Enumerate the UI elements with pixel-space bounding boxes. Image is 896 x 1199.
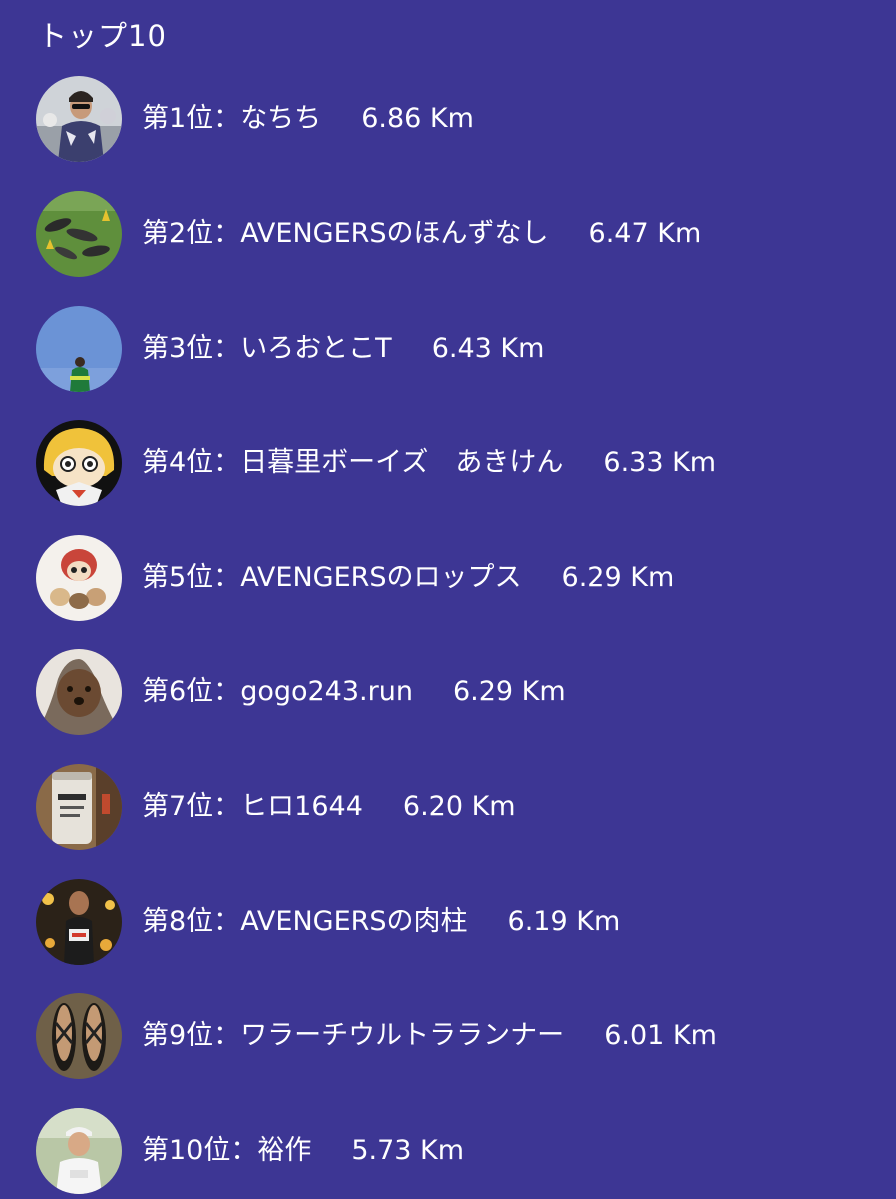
ranking-list: 第1位： なちち 6.86 Km 第2位： AVENGERSのほんずなし 6.4… xyxy=(0,0,896,1199)
ranking-entry-text: 第10位： 裕作 5.73 Km xyxy=(142,1131,464,1171)
rank-label: 第1位： xyxy=(142,103,241,134)
distance-value: 6.43 Km xyxy=(431,333,545,364)
rank-label: 第3位： xyxy=(142,333,241,364)
rank-label: 第6位： xyxy=(142,676,241,707)
avatar-runner-sky[interactable] xyxy=(36,306,122,392)
ranking-entry-text: 第3位： いろおとこT 6.43 Km xyxy=(142,329,544,369)
ranking-row-3[interactable]: 第3位： いろおとこT 6.43 Km xyxy=(36,306,876,392)
runner-name: gogo243.run xyxy=(240,676,413,707)
avatar-people-on-grass[interactable] xyxy=(36,191,122,277)
ranking-row-4[interactable]: 第4位： 日暮里ボーイズ あきけん 6.33 Km xyxy=(36,420,876,506)
runner-name: いろおとこT xyxy=(240,333,392,364)
distance-value: 6.29 Km xyxy=(561,562,675,593)
ranking-row-5[interactable]: 第5位： AVENGERSのロップス 6.29 Km xyxy=(36,535,876,621)
avatar-figurines[interactable] xyxy=(36,535,122,621)
distance-value: 6.19 Km xyxy=(507,906,621,937)
distance-value: 6.47 Km xyxy=(588,218,702,249)
avatar-man-cap[interactable] xyxy=(36,1108,122,1194)
avatar-marathon-runner[interactable] xyxy=(36,879,122,965)
runner-name: ヒロ1644 xyxy=(240,791,363,822)
ranking-entry-text: 第7位： ヒロ1644 6.20 Km xyxy=(142,787,516,827)
rank-label: 第5位： xyxy=(142,562,241,593)
ranking-entry-text: 第9位： ワラーチウルトラランナー 6.01 Km xyxy=(142,1016,717,1056)
ranking-entry-text: 第6位： gogo243.run 6.29 Km xyxy=(142,672,566,712)
ranking-row-2[interactable]: 第2位： AVENGERSのほんずなし 6.47 Km xyxy=(36,191,876,277)
distance-value: 6.20 Km xyxy=(402,791,516,822)
ranking-entry-text: 第4位： 日暮里ボーイズ あきけん 6.33 Km xyxy=(142,443,716,483)
distance-value: 6.29 Km xyxy=(452,676,566,707)
ranking-entry-text: 第2位： AVENGERSのほんずなし 6.47 Km xyxy=(142,214,701,254)
avatar-anime-girl[interactable] xyxy=(36,420,122,506)
rank-label: 第9位： xyxy=(142,1020,241,1051)
distance-value: 6.33 Km xyxy=(603,447,717,478)
ranking-row-10[interactable]: 第10位： 裕作 5.73 Km xyxy=(36,1108,876,1194)
ranking-entry-text: 第8位： AVENGERSの肉柱 6.19 Km xyxy=(142,902,620,942)
runner-name: 日暮里ボーイズ あきけん xyxy=(240,447,564,478)
ranking-row-8[interactable]: 第8位： AVENGERSの肉柱 6.19 Km xyxy=(36,879,876,965)
ranking-row-6[interactable]: 第6位： gogo243.run 6.29 Km xyxy=(36,649,876,735)
rank-label: 第10位： xyxy=(142,1135,258,1166)
runner-name: ワラーチウルトラランナー xyxy=(240,1020,565,1051)
runner-name: AVENGERSのロップス xyxy=(240,562,522,593)
rank-label: 第4位： xyxy=(142,447,241,478)
runner-name: 裕作 xyxy=(257,1135,312,1166)
runner-name: なちち xyxy=(240,103,322,134)
distance-value: 6.01 Km xyxy=(604,1020,717,1051)
ranking-row-7[interactable]: 第7位： ヒロ1644 6.20 Km xyxy=(36,764,876,850)
rank-label: 第8位： xyxy=(142,906,241,937)
ranking-entry-text: 第1位： なちち 6.86 Km xyxy=(142,99,474,139)
runner-name: AVENGERSの肉柱 xyxy=(240,906,468,937)
runner-name: AVENGERSのほんずなし xyxy=(240,218,549,249)
avatar-poodle[interactable] xyxy=(36,649,122,735)
distance-value: 5.73 Km xyxy=(351,1135,465,1166)
distance-value: 6.86 Km xyxy=(361,103,474,134)
rank-label: 第2位： xyxy=(142,218,241,249)
ranking-entry-text: 第5位： AVENGERSのロップス 6.29 Km xyxy=(142,558,674,598)
ranking-row-1[interactable]: 第1位： なちち 6.86 Km xyxy=(36,76,876,162)
avatar-sandals[interactable] xyxy=(36,993,122,1079)
avatar-man-sunglasses[interactable] xyxy=(36,76,122,162)
avatar-beer-can[interactable] xyxy=(36,764,122,850)
ranking-row-9[interactable]: 第9位： ワラーチウルトラランナー 6.01 Km xyxy=(36,993,876,1079)
rank-label: 第7位： xyxy=(142,791,241,822)
